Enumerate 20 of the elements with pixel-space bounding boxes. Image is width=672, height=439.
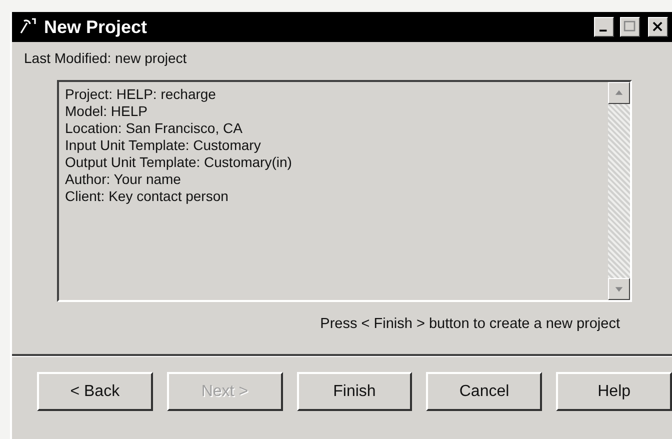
detail-line: Output Unit Template: Customary(in) xyxy=(65,154,293,171)
minimize-icon[interactable] xyxy=(594,17,614,37)
detail-line: Client: Key contact person xyxy=(65,188,230,205)
close-icon[interactable] xyxy=(648,17,668,37)
wizard-button[interactable]: < Back xyxy=(37,372,153,411)
scroll-up-icon[interactable] xyxy=(608,82,630,104)
detail-line: Model: HELP xyxy=(65,103,148,120)
wizard-button[interactable]: Cancel xyxy=(426,372,542,411)
detail-line: Project: HELP: recharge xyxy=(65,86,217,103)
wizard-button[interactable]: Finish xyxy=(296,372,412,411)
maximize-icon[interactable] xyxy=(620,17,640,37)
detail-line: Input Unit Template: Customary xyxy=(65,137,262,154)
detail-line: Author: Your name xyxy=(65,171,182,188)
hint-text: Press < Finish > button to create a new project xyxy=(320,316,620,332)
scroll-down-icon[interactable] xyxy=(608,278,630,300)
scrollbar[interactable] xyxy=(608,82,630,300)
detail-line: Location: San Francisco, CA xyxy=(65,120,244,137)
window-title: New Project xyxy=(44,16,148,38)
wizard-button[interactable]: Help xyxy=(556,372,672,411)
last-modified-text: Last Modified: new project xyxy=(24,50,188,66)
